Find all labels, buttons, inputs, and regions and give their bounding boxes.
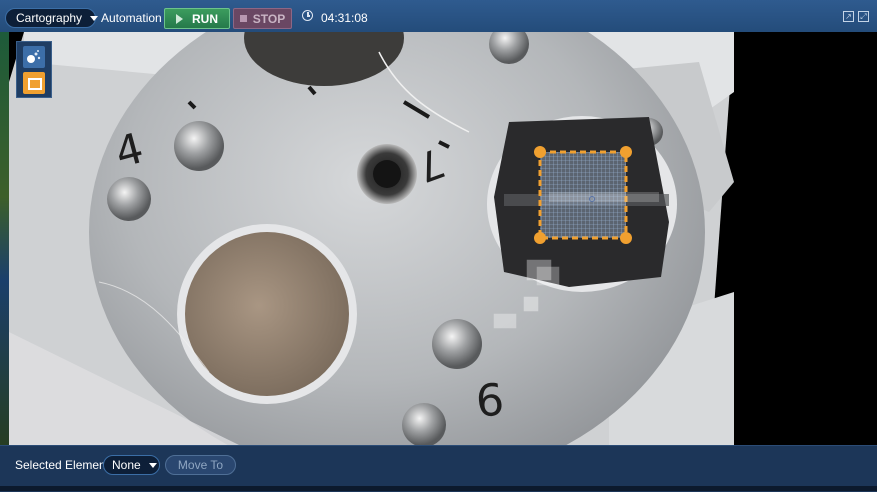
selected-element-label: Selected Element: [15, 458, 110, 472]
rectangle-icon: [28, 78, 42, 90]
left-edge-strip: [0, 32, 9, 445]
elapsed-timer: 04:31:08: [321, 11, 368, 25]
automation-label: Automation: [101, 11, 162, 25]
stop-icon: [239, 15, 247, 22]
run-button[interactable]: RUN: [164, 8, 230, 29]
stop-button[interactable]: STOP: [233, 8, 292, 29]
rectangle-select-tool-icon[interactable]: [23, 72, 45, 94]
move-to-label: Move To: [177, 458, 224, 472]
bottom-bar: Selected Element None Move To: [0, 445, 877, 492]
selected-element-value: None: [112, 458, 141, 472]
label-9: 9: [474, 371, 506, 424]
mode-dropdown[interactable]: Cartography: [5, 8, 99, 28]
camera-viewport[interactable]: 4 7 9: [9, 32, 877, 445]
clock-icon: [302, 10, 313, 21]
sample-holder-image: 4 7 9: [9, 32, 734, 445]
viewport-tool-panel: [16, 41, 52, 98]
selected-element-dropdown[interactable]: None: [103, 455, 160, 475]
chevron-down-icon: [90, 15, 99, 21]
maximize-icon[interactable]: ⤢: [858, 11, 869, 22]
move-to-button[interactable]: Move To: [165, 455, 236, 475]
chevron-down-icon: [148, 462, 157, 468]
status-strip: [0, 486, 877, 491]
popout-icon[interactable]: ↗: [843, 11, 854, 22]
play-icon: [176, 13, 183, 24]
mode-dropdown-value: Cartography: [16, 11, 83, 25]
run-label: RUN: [192, 11, 218, 26]
point-select-tool-icon[interactable]: [23, 46, 45, 68]
stop-label: STOP: [252, 11, 286, 26]
top-toolbar: Cartography Automation RUN STOP 04:31:08…: [0, 0, 877, 35]
